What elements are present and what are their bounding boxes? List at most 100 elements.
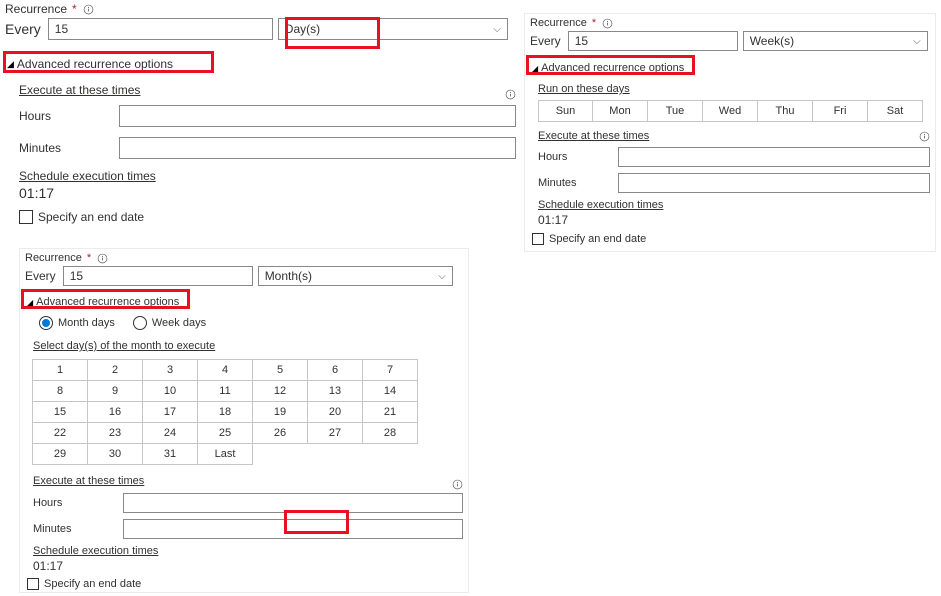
- unit-select-value: Day(s): [285, 22, 320, 36]
- minutes-label: Minutes: [33, 523, 123, 535]
- every-value-input[interactable]: [568, 31, 738, 51]
- recurrence-label: Recurrence: [530, 17, 587, 29]
- day-button-mon[interactable]: Mon: [593, 100, 648, 122]
- execute-title: Execute at these times: [33, 475, 144, 487]
- end-date-label: Specify an end date: [38, 210, 144, 224]
- radio-label: Month days: [58, 317, 115, 329]
- advanced-label: Advanced recurrence options: [36, 296, 179, 308]
- calendar-cell-3[interactable]: 3: [142, 359, 198, 381]
- schedule-title: Schedule execution times: [33, 545, 463, 557]
- calendar-cell-14[interactable]: 14: [362, 380, 418, 402]
- calendar-cell-8[interactable]: 8: [32, 380, 88, 402]
- minutes-label: Minutes: [19, 141, 119, 155]
- calendar-cell-22[interactable]: 22: [32, 422, 88, 444]
- unit-select[interactable]: Week(s) ⌵: [743, 31, 928, 51]
- calendar-cell-7[interactable]: 7: [362, 359, 418, 381]
- recurrence-label: Recurrence: [25, 252, 82, 264]
- calendar-cell-28[interactable]: 28: [362, 422, 418, 444]
- calendar-cell-9[interactable]: 9: [87, 380, 143, 402]
- calendar-cell-5[interactable]: 5: [252, 359, 308, 381]
- info-icon[interactable]: [602, 18, 613, 29]
- every-value-input[interactable]: [63, 266, 253, 286]
- every-label: Every: [25, 269, 58, 283]
- end-date-label: Specify an end date: [44, 578, 141, 590]
- calendar-cell-15[interactable]: 15: [32, 401, 88, 423]
- calendar-cell-6[interactable]: 6: [307, 359, 363, 381]
- panel-weeks: Recurrence * Every Week(s) ⌵ ◢ Advanced …: [524, 13, 936, 252]
- calendar-cell-27[interactable]: 27: [307, 422, 363, 444]
- day-button-sun[interactable]: Sun: [538, 100, 593, 122]
- required-asterisk: *: [72, 2, 77, 16]
- calendar-cell-18[interactable]: 18: [197, 401, 253, 423]
- calendar-cell-26[interactable]: 26: [252, 422, 308, 444]
- calendar-cell-29[interactable]: 29: [32, 443, 88, 465]
- info-icon[interactable]: [919, 131, 930, 142]
- unit-select[interactable]: Month(s) ⌵: [258, 266, 453, 286]
- schedule-time: 01:17: [538, 213, 930, 227]
- calendar-cell-21[interactable]: 21: [362, 401, 418, 423]
- info-icon[interactable]: [83, 4, 94, 15]
- calendar-cell-last[interactable]: Last: [197, 443, 253, 465]
- calendar-cell-23[interactable]: 23: [87, 422, 143, 444]
- radio-month-days[interactable]: Month days: [39, 316, 115, 330]
- calendar-cell-20[interactable]: 20: [307, 401, 363, 423]
- radio-week-days[interactable]: Week days: [133, 316, 206, 330]
- every-row: Every Day(s) ⌵: [5, 18, 516, 40]
- every-value-input[interactable]: [48, 18, 273, 40]
- day-button-wed[interactable]: Wed: [703, 100, 758, 122]
- hours-input[interactable]: [123, 493, 463, 513]
- calendar-cell-11[interactable]: 11: [197, 380, 253, 402]
- day-button-fri[interactable]: Fri: [813, 100, 868, 122]
- unit-select[interactable]: Day(s) ⌵: [278, 18, 508, 40]
- hours-input[interactable]: [119, 105, 516, 127]
- day-button-thu[interactable]: Thu: [758, 100, 813, 122]
- radio-icon: [39, 316, 53, 330]
- info-icon[interactable]: [452, 479, 463, 490]
- info-icon[interactable]: [97, 253, 108, 264]
- hours-input[interactable]: [618, 147, 930, 167]
- caret-down-icon: ◢: [7, 59, 14, 70]
- calendar-cell-30[interactable]: 30: [87, 443, 143, 465]
- unit-select-value: Month(s): [265, 269, 312, 283]
- days-row: SunMonTueWedThuFriSat: [538, 100, 930, 122]
- calendar-cell-19[interactable]: 19: [252, 401, 308, 423]
- calendar-cell-2[interactable]: 2: [87, 359, 143, 381]
- calendar-cell-10[interactable]: 10: [142, 380, 198, 402]
- calendar-cell-4[interactable]: 4: [197, 359, 253, 381]
- day-button-sat[interactable]: Sat: [868, 100, 923, 122]
- hours-label: Hours: [33, 497, 123, 509]
- required-asterisk: *: [87, 252, 91, 264]
- advanced-label: Advanced recurrence options: [17, 57, 173, 71]
- every-label: Every: [530, 34, 563, 48]
- required-asterisk: *: [592, 17, 596, 29]
- chevron-down-icon: ⌵: [913, 36, 921, 47]
- minutes-input[interactable]: [618, 173, 930, 193]
- end-date-checkbox[interactable]: [532, 233, 544, 245]
- calendar-cell-16[interactable]: 16: [87, 401, 143, 423]
- advanced-label: Advanced recurrence options: [541, 62, 684, 74]
- calendar-cell-13[interactable]: 13: [307, 380, 363, 402]
- info-icon[interactable]: [505, 89, 516, 100]
- advanced-toggle[interactable]: ◢ Advanced recurrence options: [25, 294, 463, 310]
- end-date-checkbox[interactable]: [19, 210, 33, 224]
- end-date-checkbox[interactable]: [27, 578, 39, 590]
- unit-select-value: Week(s): [750, 34, 794, 48]
- calendar-cell-1[interactable]: 1: [32, 359, 88, 381]
- calendar-cell-25[interactable]: 25: [197, 422, 253, 444]
- calendar-cell-24[interactable]: 24: [142, 422, 198, 444]
- calendar-cell-12[interactable]: 12: [252, 380, 308, 402]
- hours-label: Hours: [538, 151, 618, 163]
- minutes-label: Minutes: [538, 177, 618, 189]
- minutes-input[interactable]: [123, 519, 463, 539]
- radio-label: Week days: [152, 317, 206, 329]
- advanced-toggle[interactable]: ◢ Advanced recurrence options: [530, 60, 930, 76]
- calendar-cell-31[interactable]: 31: [142, 443, 198, 465]
- advanced-toggle[interactable]: ◢ Advanced recurrence options: [5, 55, 516, 73]
- day-button-tue[interactable]: Tue: [648, 100, 703, 122]
- caret-down-icon: ◢: [27, 298, 33, 307]
- chevron-down-icon: ⌵: [493, 24, 501, 35]
- calendar-cell-17[interactable]: 17: [142, 401, 198, 423]
- panel-months: Recurrence * Every Month(s) ⌵ ◢ Advanced…: [19, 248, 469, 593]
- select-days-title: Select day(s) of the month to execute: [33, 340, 463, 352]
- minutes-input[interactable]: [119, 137, 516, 159]
